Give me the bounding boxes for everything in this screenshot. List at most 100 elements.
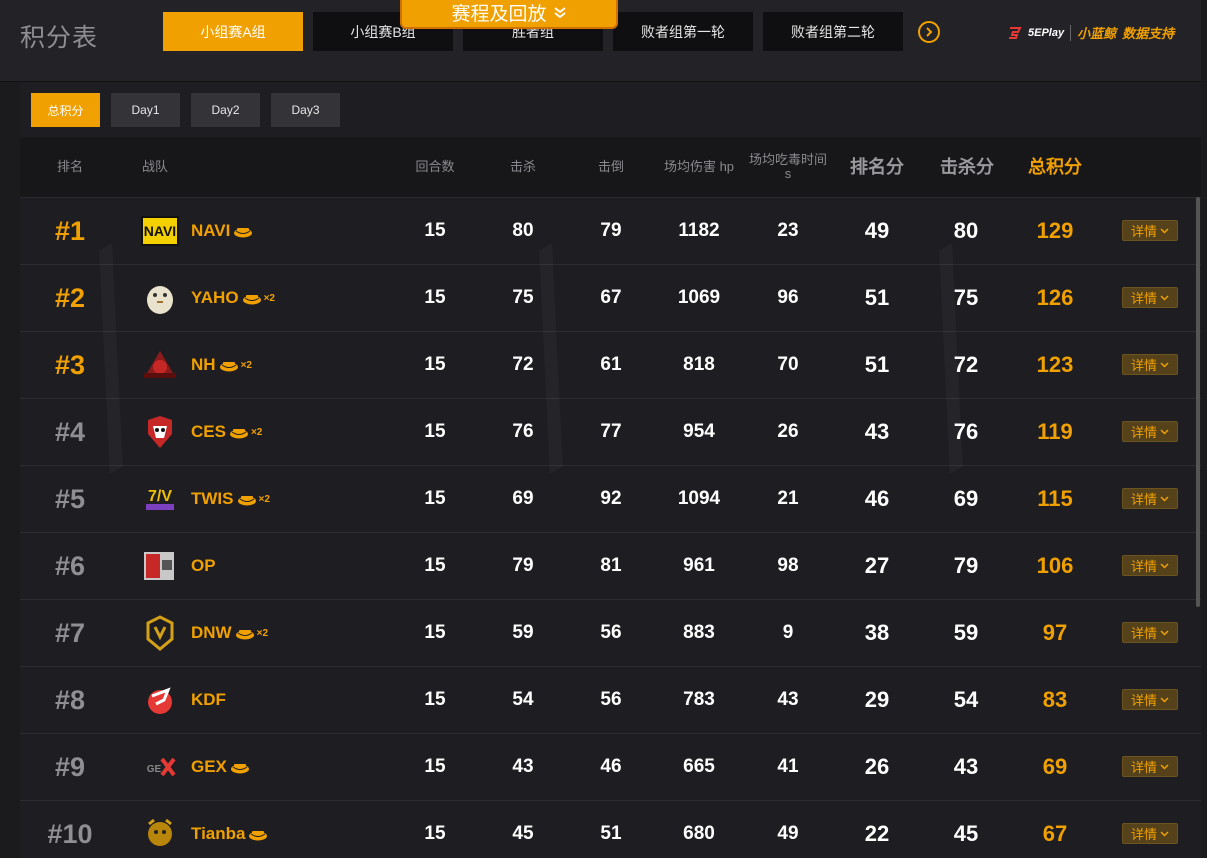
stage-tab-4[interactable]: 败者组第二轮 — [763, 12, 903, 51]
rank: #6 — [54, 550, 86, 581]
rank: #8 — [54, 684, 86, 715]
detail-button[interactable]: 详情 — [1122, 823, 1178, 844]
rounds: 15 — [424, 220, 446, 241]
team-cell[interactable]: NAVI NAVI — [140, 198, 400, 264]
rounds: 15 — [424, 421, 446, 442]
day-tab-2[interactable]: Day2 — [191, 93, 260, 127]
detail-button[interactable]: 详情 — [1122, 287, 1178, 308]
placement-points: 38 — [864, 620, 890, 645]
schedule-replay-button[interactable]: 赛程及回放 — [400, 0, 618, 29]
kdf-logo-icon — [148, 687, 172, 714]
col-rank: 排名 — [56, 159, 83, 174]
rank: #10 — [47, 818, 93, 849]
kill-points: 79 — [953, 553, 979, 578]
team-name: TWIS — [191, 489, 234, 508]
placement-points: 43 — [864, 419, 890, 444]
chicken-count: ×2 — [258, 493, 270, 505]
detail-button[interactable]: 详情 — [1122, 555, 1178, 576]
col-placement-points: 排名分 — [850, 157, 904, 177]
total-points: 97 — [1042, 620, 1068, 645]
table-row: #3 NH ×2 15 72 61 818 70 51 72 123 详情 — [20, 332, 1201, 399]
chicken-dinner-icon — [234, 227, 253, 237]
team-cell[interactable]: Tianba — [140, 801, 400, 858]
knocks: 77 — [600, 421, 622, 442]
detail-button[interactable]: 详情 — [1122, 689, 1178, 710]
knocks: 92 — [600, 488, 622, 509]
team-cell[interactable]: OP — [140, 533, 400, 599]
team-name: NH — [191, 355, 216, 374]
avg-damage: 783 — [683, 689, 715, 710]
chevron-down-icon — [1160, 763, 1169, 770]
rounds: 15 — [424, 823, 446, 844]
team-cell[interactable]: 7/V TWIS ×2 — [140, 466, 400, 532]
knocks: 46 — [600, 756, 622, 777]
detail-label: 详情 — [1130, 693, 1157, 708]
chevron-down-icon — [1160, 696, 1169, 703]
team-cell[interactable]: GE GEX — [140, 734, 400, 800]
kill-points: 45 — [953, 821, 979, 846]
nh-logo-icon — [144, 351, 176, 378]
team-cell[interactable]: DNW ×2 — [140, 600, 400, 666]
col-kills: 击杀 — [509, 159, 536, 174]
detail-label: 详情 — [1130, 291, 1157, 306]
knocks: 51 — [600, 823, 622, 844]
avg-damage: 680 — [683, 823, 715, 844]
detail-button[interactable]: 详情 — [1122, 220, 1178, 241]
avg-poison-time: 26 — [777, 421, 799, 442]
team-cell[interactable]: CES ×2 — [140, 399, 400, 465]
day-tab-1[interactable]: Day1 — [111, 93, 180, 127]
day-tab-0[interactable]: 总积分 — [31, 93, 100, 127]
rounds: 15 — [424, 689, 446, 710]
detail-button[interactable]: 详情 — [1122, 756, 1178, 777]
kills: 45 — [512, 823, 534, 844]
rank: #3 — [54, 349, 86, 380]
rank: #7 — [54, 617, 86, 648]
rounds: 15 — [424, 488, 446, 509]
detail-label: 详情 — [1130, 559, 1157, 574]
team-cell[interactable]: NH ×2 — [140, 332, 400, 398]
detail-label: 详情 — [1130, 224, 1157, 239]
detail-label: 详情 — [1130, 760, 1157, 775]
detail-button[interactable]: 详情 — [1122, 488, 1178, 509]
avg-damage: 1182 — [678, 220, 720, 241]
schedule-replay-label: 赛程及回放 — [451, 4, 547, 25]
table-row: #8 KDF 15 54 56 783 43 29 54 83 详情 — [20, 667, 1201, 734]
table-row: #2 YAHO ×2 15 75 67 1069 96 51 75 126 详情 — [20, 265, 1201, 332]
kill-points: 75 — [953, 285, 979, 310]
gex-logo-icon: GE — [147, 757, 176, 777]
rank: #5 — [54, 483, 86, 514]
page-title: 积分表 — [20, 24, 99, 52]
avg-damage: 818 — [683, 354, 715, 375]
col-rounds: 回合数 — [415, 159, 455, 174]
table-row: #4 CES ×2 15 76 77 954 26 43 76 119 详情 — [20, 399, 1201, 466]
day-tab-3[interactable]: Day3 — [271, 93, 340, 127]
team-name: GEX — [191, 757, 227, 776]
placement-points: 22 — [864, 821, 890, 846]
chevron-down-icon — [1160, 227, 1169, 234]
chevron-down-icon — [553, 6, 566, 18]
kills: 76 — [512, 421, 534, 442]
detail-button[interactable]: 详情 — [1122, 622, 1178, 643]
placement-points: 27 — [864, 553, 890, 578]
chevron-down-icon — [1160, 562, 1169, 569]
detail-button[interactable]: 详情 — [1122, 354, 1178, 375]
standings-panel: 总积分 Day1 Day2 Day3 排名 战队 回合数 击杀 击倒 场均伤害 hp … — [20, 82, 1201, 858]
rounds: 15 — [424, 287, 446, 308]
tabs-next-icon[interactable] — [918, 21, 940, 43]
stage-tab-3[interactable]: 败者组第一轮 — [613, 12, 753, 51]
total-points: 123 — [1036, 352, 1074, 377]
col-avg-damage: 场均伤害 hp — [663, 159, 735, 174]
avg-damage: 883 — [683, 622, 715, 643]
detail-button[interactable]: 详情 — [1122, 421, 1178, 442]
table-scrollbar[interactable] — [1196, 197, 1200, 607]
total-points: 126 — [1036, 285, 1074, 310]
team-cell[interactable]: YAHO ×2 — [140, 265, 400, 331]
team-name: DNW — [191, 623, 232, 642]
team-name: KDF — [191, 690, 226, 709]
knocks: 61 — [600, 354, 622, 375]
stage-tab-0[interactable]: 小组赛A组 — [163, 12, 303, 51]
team-cell[interactable]: KDF — [140, 667, 400, 733]
kills: 80 — [512, 220, 534, 241]
chevron-down-icon — [1160, 629, 1169, 636]
svg-text:7/V: 7/V — [148, 488, 172, 505]
